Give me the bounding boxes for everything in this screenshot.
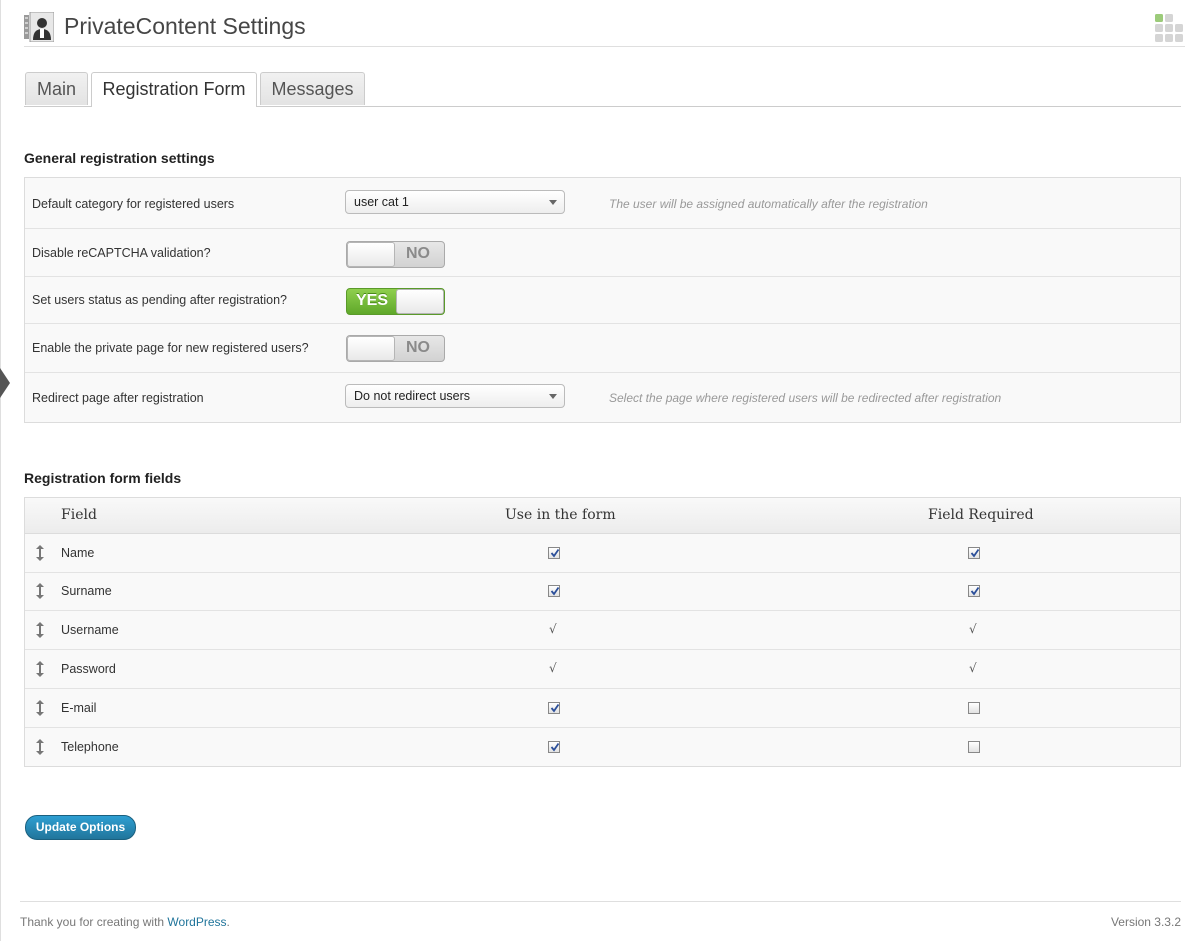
required-telephone-checkbox[interactable] [968,741,980,753]
field-name: Name [61,546,95,560]
footer-thanks-suffix: . [226,915,230,929]
required-password-fixed-tick: √ [969,661,977,675]
private-page-toggle[interactable]: NO [346,335,445,362]
general-settings-heading: General registration settings [24,150,215,166]
setting-row-default-category: Default category for registered users us… [25,178,1180,229]
field-name: Telephone [61,740,119,754]
use-telephone-checkbox[interactable] [548,741,560,753]
settings-tabs: Main Registration Form Messages [24,72,1181,107]
table-row: Password √ √ [25,650,1180,689]
use-surname-checkbox[interactable] [548,585,560,597]
field-name: Surname [61,584,112,598]
default-category-value: user cat 1 [354,195,409,209]
private-page-toggle-state: NO [406,339,430,356]
drag-handle-icon[interactable] [35,583,45,599]
required-name-checkbox[interactable] [968,547,980,559]
chevron-down-icon [549,394,557,399]
update-options-button[interactable]: Update Options [25,815,136,840]
page-header: PrivateContent Settings [24,10,1185,47]
table-row: E-mail [25,689,1180,728]
required-surname-checkbox[interactable] [968,585,980,597]
setting-row-private-page: Enable the private page for new register… [25,324,1180,373]
form-fields-table: Field Use in the form Field Required Nam… [24,497,1181,767]
redirect-label: Redirect page after registration [32,391,204,405]
wordpress-link[interactable]: WordPress [167,915,226,929]
setting-row-pending-status: Set users status as pending after regist… [25,277,1180,324]
use-e-mail-checkbox[interactable] [548,702,560,714]
redirect-value: Do not redirect users [354,389,471,403]
chevron-down-icon [549,200,557,205]
required-username-fixed-tick: √ [969,622,977,636]
drag-handle-icon[interactable] [35,700,45,716]
table-row: Surname [25,572,1180,611]
default-category-label: Default category for registered users [32,197,235,211]
footer-thanks-prefix: Thank you for creating with [20,915,168,929]
use-password-fixed-tick: √ [549,661,557,675]
footer-thanks: Thank you for creating with WordPress. [20,915,230,929]
recaptcha-label: Disable reCAPTCHA validation? [32,246,211,260]
column-header-use: Use in the form [505,507,616,523]
field-name: Username [61,623,119,637]
toggle-knob [347,242,395,267]
collapse-menu-arrow-icon[interactable] [0,368,10,398]
drag-handle-icon[interactable] [35,661,45,677]
drag-handle-icon[interactable] [35,739,45,755]
page-title: PrivateContent Settings [64,13,306,39]
table-row: Username √ √ [25,611,1180,650]
default-category-hint: The user will be assigned automatically … [609,197,928,211]
left-edge-divider [0,0,1,941]
grid-icon[interactable] [1155,14,1183,42]
tab-messages[interactable]: Messages [260,72,365,105]
user-directory-icon [24,12,54,42]
field-name: Password [61,662,116,676]
use-username-fixed-tick: √ [549,622,557,636]
recaptcha-toggle[interactable]: NO [346,241,445,268]
column-header-field: Field [61,507,97,523]
tab-main[interactable]: Main [25,72,88,105]
general-settings-box: Default category for registered users us… [24,177,1181,423]
tab-registration-form[interactable]: Registration Form [91,72,257,107]
redirect-select[interactable]: Do not redirect users [345,384,565,408]
redirect-hint: Select the page where registered users w… [609,391,1002,405]
private-page-label: Enable the private page for new register… [32,341,309,355]
pending-status-label: Set users status as pending after regist… [32,293,288,307]
use-name-checkbox[interactable] [548,547,560,559]
default-category-select[interactable]: user cat 1 [345,190,565,214]
table-header: Field Use in the form Field Required [25,498,1180,534]
footer: Thank you for creating with WordPress. V… [20,901,1181,932]
table-row: Telephone [25,728,1180,766]
drag-handle-icon[interactable] [35,545,45,561]
toggle-knob [396,289,444,314]
table-row: Name [25,534,1180,573]
version-text: Version 3.3.2 [1110,915,1181,929]
setting-row-redirect: Redirect page after registration Do not … [25,373,1180,422]
column-header-required: Field Required [928,507,1034,523]
drag-handle-icon[interactable] [35,622,45,638]
toggle-knob [347,336,395,361]
required-e-mail-checkbox[interactable] [968,702,980,714]
pending-status-toggle-state: YES [356,292,389,309]
pending-status-toggle[interactable]: YES [346,288,445,315]
field-name: E-mail [61,701,97,715]
recaptcha-toggle-state: NO [406,245,430,262]
setting-row-recaptcha: Disable reCAPTCHA validation? NO [25,229,1180,277]
form-fields-heading: Registration form fields [24,470,182,486]
